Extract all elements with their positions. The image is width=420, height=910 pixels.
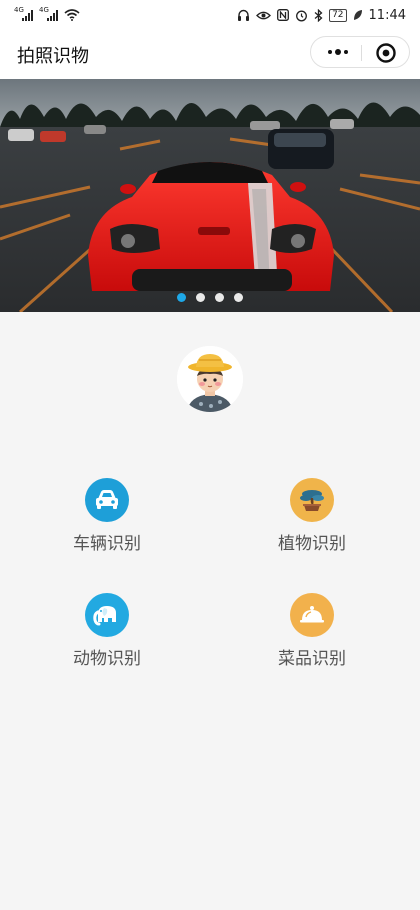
page-title: 拍照识物	[17, 46, 89, 67]
carousel-dot[interactable]	[215, 293, 224, 302]
avatar[interactable]	[177, 346, 243, 412]
plant-recognition-button[interactable]: 植物识别	[242, 478, 382, 558]
status-time: 11:44	[368, 7, 406, 23]
wifi-icon	[64, 9, 80, 21]
eye-icon	[256, 11, 271, 19]
plant-recognition-label: 植物识别	[278, 534, 346, 554]
animal-recognition-button[interactable]: 动物识别	[37, 593, 177, 673]
vehicle-recognition-button[interactable]: 车辆识别	[37, 478, 177, 558]
alarm-icon	[296, 10, 308, 21]
signal-icon-2: 4G	[39, 6, 58, 21]
capsule-divider	[361, 45, 362, 61]
status-right: 72 11:44	[237, 8, 406, 23]
carousel-dot[interactable]	[177, 293, 186, 302]
signal-icon: 4G	[14, 6, 33, 21]
close-target-icon[interactable]	[375, 42, 397, 64]
more-menu-icon[interactable]	[325, 37, 351, 67]
elephant-icon	[85, 593, 129, 637]
status-bar: 4G 4G 72 11:44	[0, 0, 420, 30]
animal-recognition-label: 动物识别	[73, 649, 141, 669]
nav-header: 拍照识物	[0, 30, 420, 79]
status-left: 4G 4G	[14, 6, 80, 21]
headset-icon	[238, 9, 250, 21]
dish-recognition-button[interactable]: 菜品识别	[242, 593, 382, 673]
menu-capsule	[310, 36, 410, 68]
banner-car-image	[0, 79, 420, 312]
car-icon	[85, 478, 129, 522]
carousel-dot[interactable]	[234, 293, 243, 302]
boy-avatar-icon	[177, 346, 243, 412]
leaf-icon	[353, 10, 362, 20]
dish-recognition-label: 菜品识别	[278, 649, 346, 669]
banner-carousel[interactable]	[0, 79, 420, 312]
nfc-icon	[277, 9, 290, 21]
cloche-icon	[290, 593, 334, 637]
vehicle-recognition-label: 车辆识别	[73, 534, 141, 554]
bonsai-icon	[290, 478, 334, 522]
battery-level: 72	[329, 8, 347, 22]
bluetooth-icon	[314, 8, 323, 22]
carousel-dots	[0, 293, 420, 302]
carousel-dot[interactable]	[196, 293, 205, 302]
network-type-label: 4G	[14, 6, 24, 14]
network-type-label-2: 4G	[39, 6, 49, 14]
